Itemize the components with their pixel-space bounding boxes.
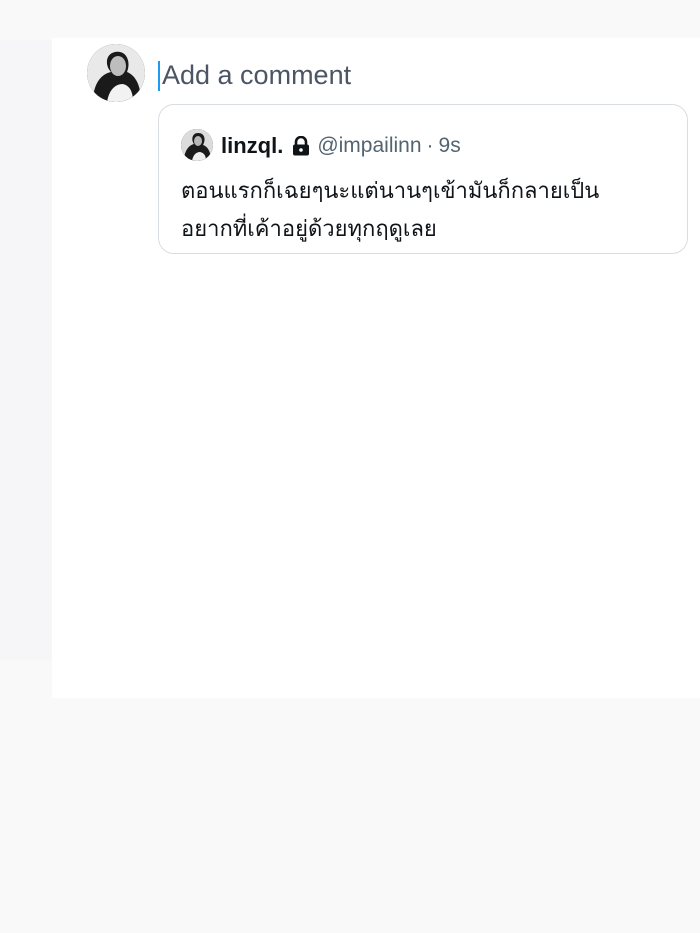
separator-dot: ·: [426, 134, 434, 157]
display-name[interactable]: linzql.: [221, 133, 283, 159]
quoted-post-text: ตอนแรกก็เฉยๆนะแต่นานๆเข้ามันก็กลายเป็น อ…: [181, 179, 600, 242]
quoted-post-header: linzql. @impailinn · 9s: [221, 131, 461, 161]
avatar[interactable]: [87, 44, 145, 102]
lock-icon: [292, 136, 310, 156]
comment-input[interactable]: [162, 56, 662, 94]
quoted-post-avatar: [181, 129, 213, 161]
user-handle[interactable]: @impailinn: [317, 134, 421, 158]
quoted-post-card[interactable]: linzql. @impailinn · 9s ตอนแรกก็เฉยๆนะแต…: [158, 104, 688, 254]
text-cursor: [158, 61, 160, 91]
post-timestamp[interactable]: 9s: [439, 134, 461, 158]
background-panel-left: [0, 40, 52, 660]
